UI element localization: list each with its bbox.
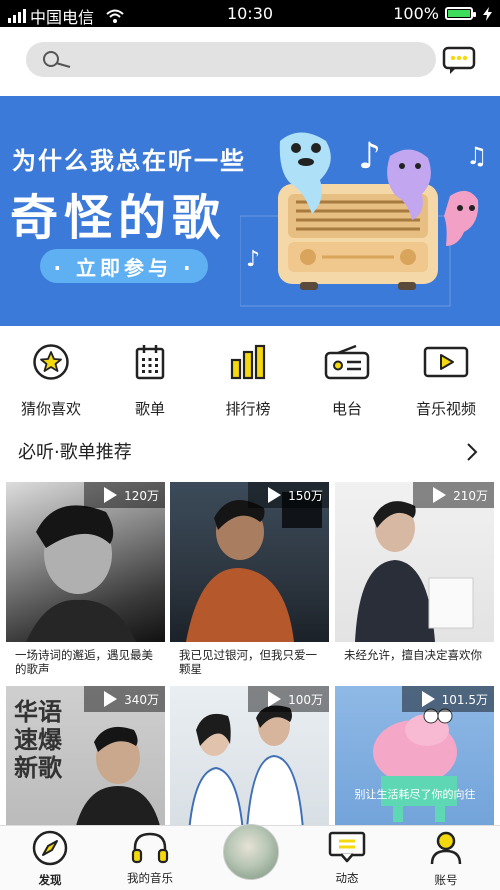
banner-subtitle: 为什么我总在听一些 <box>12 147 246 175</box>
cover-overlay-text: 华语 速爆 新歌 <box>14 698 62 782</box>
play-icon <box>104 691 118 707</box>
category-charts[interactable]: 排行榜 <box>198 342 298 419</box>
radio-illustration: ♪ ♫ ♪ <box>240 132 488 307</box>
category-label: 电台 <box>331 400 362 418</box>
play-count: 101.5万 <box>441 692 488 707</box>
play-icon <box>104 487 118 503</box>
playlist-cover: 210万 <box>335 482 494 642</box>
bar-chart-icon <box>230 344 266 380</box>
playlist-cover: 120万 <box>6 482 165 642</box>
play-count-badge: 210万 <box>413 482 494 508</box>
star-icon <box>33 344 69 380</box>
bottom-tab-bar: 发现 我的音乐 动态 账号 <box>0 824 500 890</box>
now-playing-disc[interactable] <box>223 824 279 880</box>
tab-label: 动态 <box>335 871 359 885</box>
playlist-caption: 我已见过银河，但我只爱一颗星 <box>179 648 317 676</box>
category-music-video[interactable]: 音乐视频 <box>396 342 496 419</box>
category-radio[interactable]: 电台 <box>297 342 397 419</box>
tab-discover[interactable]: 发现 <box>0 830 100 888</box>
play-icon <box>433 487 447 503</box>
tab-my-music[interactable]: 我的音乐 <box>100 830 200 886</box>
search-icon <box>43 51 71 68</box>
playlist-card[interactable]: 150万 我已见过银河，但我只爱一颗星 <box>170 482 329 676</box>
message-icon[interactable] <box>442 46 476 76</box>
play-count-badge: 120万 <box>84 482 165 508</box>
compass-icon <box>32 830 68 866</box>
play-icon <box>268 487 282 503</box>
play-count-badge: 100万 <box>248 686 329 712</box>
playlist-card[interactable]: 120万 一场诗词的邂逅，遇见最美的歌声 <box>6 482 165 676</box>
playlist-cover: 150万 <box>170 482 329 642</box>
playlist-caption: 未经允许，擅自决定喜欢你 <box>344 648 482 662</box>
cover-overlay-text: 别让生活耗尽了你的向往 <box>354 788 476 801</box>
category-guess-you-like[interactable]: 猜你喜欢 <box>1 342 101 419</box>
playlist-card[interactable]: 别让生活耗尽了你的向往 101.5万 <box>335 686 494 846</box>
category-label: 音乐视频 <box>415 400 476 418</box>
person-icon <box>430 831 462 865</box>
svg-text:♪: ♪ <box>358 136 381 177</box>
playlist-cover: 100万 <box>170 686 329 846</box>
category-label: 排行榜 <box>225 400 271 418</box>
play-icon <box>268 691 282 707</box>
tab-label: 发现 <box>38 873 62 887</box>
svg-text:♫: ♫ <box>466 142 488 170</box>
chevron-right-icon[interactable] <box>466 442 478 462</box>
video-play-icon <box>423 346 469 378</box>
tab-feed[interactable]: 动态 <box>297 830 397 886</box>
chat-bubble-icon <box>328 831 366 863</box>
play-count-badge: 101.5万 <box>401 686 494 712</box>
play-count-badge: 340万 <box>84 686 165 712</box>
playlist-card[interactable]: 华语 速爆 新歌 340万 <box>6 686 165 846</box>
play-count: 120万 <box>124 488 159 503</box>
playlist-card[interactable]: 210万 未经允许，擅自决定喜欢你 <box>335 482 494 662</box>
playlist-section-header[interactable]: 必听·歌单推荐 <box>18 438 486 468</box>
headphones-icon <box>131 832 169 864</box>
play-count-badge: 150万 <box>248 482 329 508</box>
play-count: 100万 <box>288 692 323 707</box>
battery-icon <box>445 7 476 20</box>
status-bar: 中国电信 10:30 100% <box>0 0 500 27</box>
play-count: 150万 <box>288 488 323 503</box>
category-playlists[interactable]: 歌单 <box>100 342 200 419</box>
tab-label: 我的音乐 <box>127 871 173 885</box>
tab-label: 账号 <box>434 873 458 887</box>
search-input[interactable] <box>26 42 436 77</box>
section-title: 必听·歌单推荐 <box>18 442 132 463</box>
battery-percent: 100% <box>393 4 439 23</box>
tab-account[interactable]: 账号 <box>396 830 496 888</box>
playlist-caption: 一场诗词的邂逅，遇见最美的歌声 <box>15 648 153 676</box>
playlist-card[interactable]: 100万 <box>170 686 329 846</box>
svg-text:♪: ♪ <box>246 247 260 272</box>
play-count: 210万 <box>453 488 488 503</box>
play-count: 340万 <box>124 692 159 707</box>
calendar-grid-icon <box>135 345 165 380</box>
play-icon <box>421 691 435 707</box>
radio-icon <box>324 344 370 380</box>
banner-title: 奇怪的歌 <box>10 190 227 246</box>
category-row: 猜你喜欢 歌单 排行榜 电台 音乐视频 <box>0 342 500 422</box>
category-label: 猜你喜欢 <box>20 400 81 418</box>
playlist-cover: 别让生活耗尽了你的向往 101.5万 <box>335 686 494 846</box>
playlist-cover: 华语 速爆 新歌 340万 <box>6 686 165 846</box>
category-label: 歌单 <box>134 400 165 418</box>
promo-banner[interactable]: 为什么我总在听一些 奇怪的歌 · 立即参与 · ♪ ♫ ♪ <box>0 96 500 326</box>
join-button[interactable]: · 立即参与 · <box>40 249 208 283</box>
charging-icon <box>483 6 492 21</box>
